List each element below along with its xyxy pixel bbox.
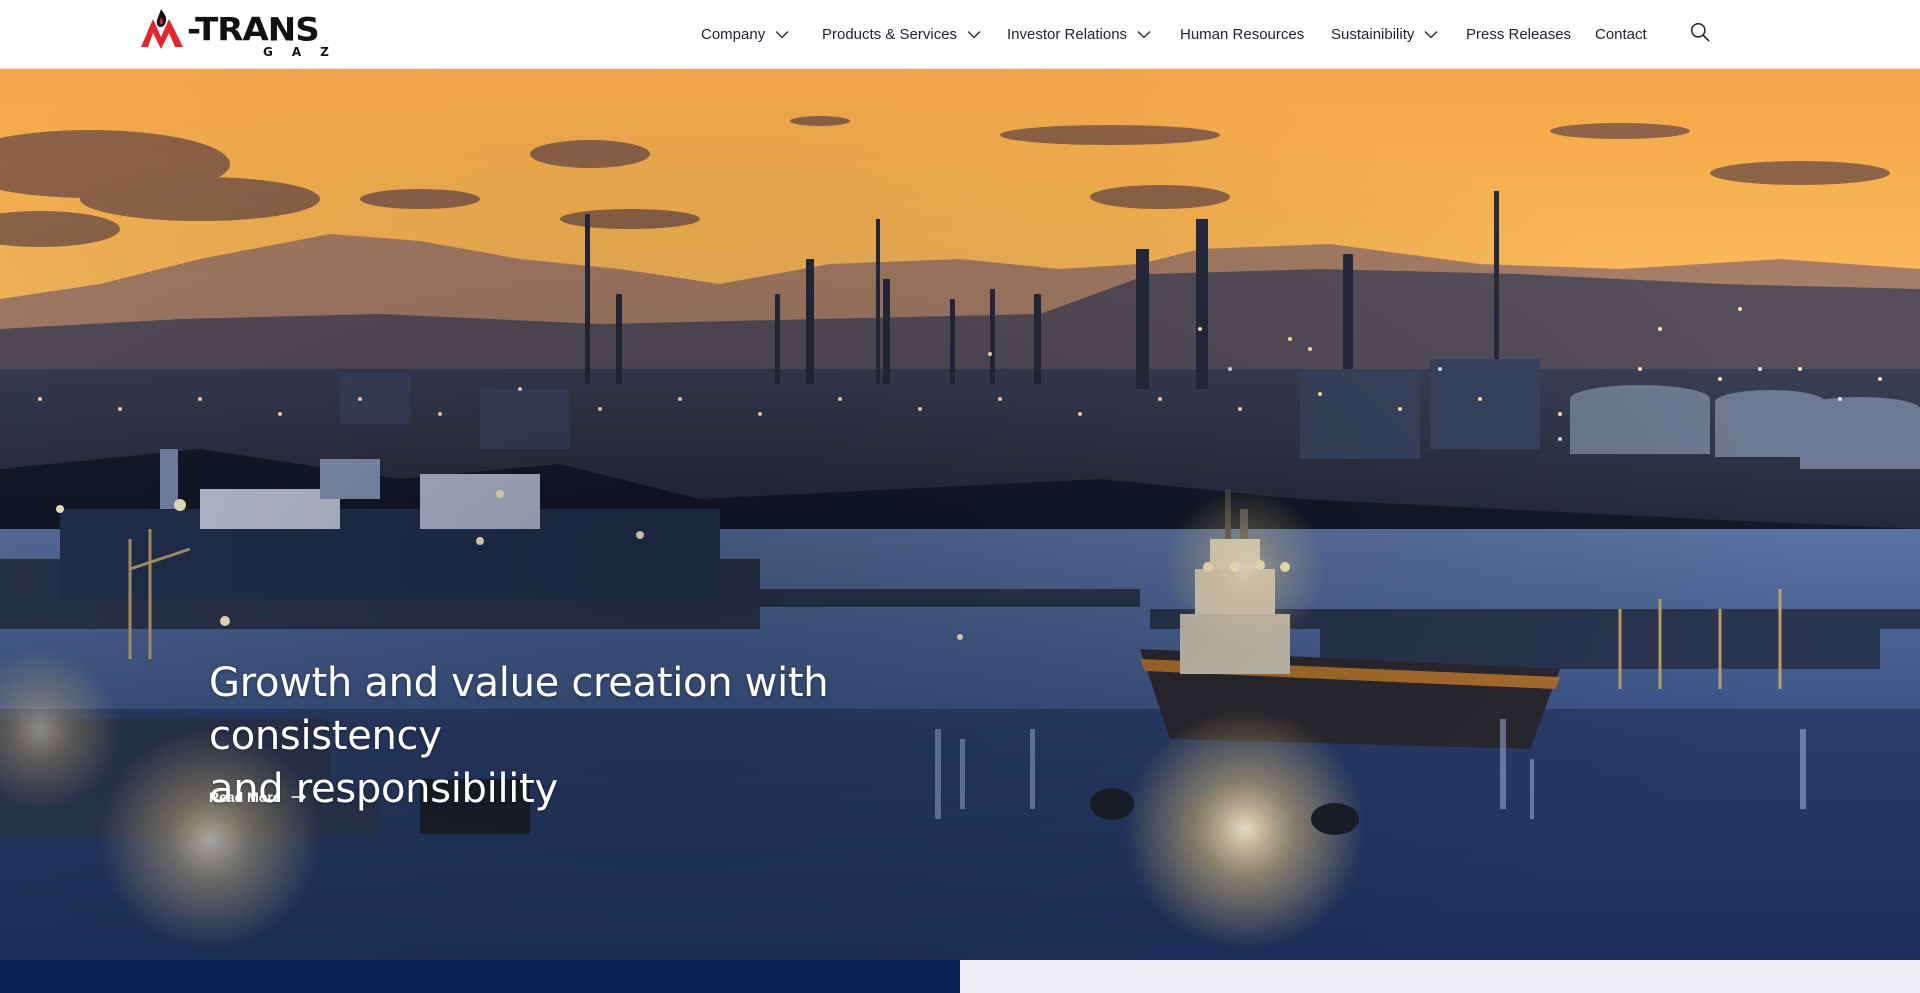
nav-item-investor-relations[interactable]: Investor Relations <box>1007 0 1151 69</box>
site-header: -TRANS GAZ Company Products & Services I… <box>0 0 1920 69</box>
hero-background-image <box>0 69 1920 960</box>
nav-item-contact[interactable]: Contact <box>1595 0 1647 69</box>
read-more-label: Read More <box>209 789 281 805</box>
nav-item-products-services[interactable]: Products & Services <box>822 0 981 69</box>
chevron-down-icon <box>1137 30 1151 39</box>
nav-item-human-resources[interactable]: Human Resources <box>1180 0 1304 69</box>
nav-item-company[interactable]: Company <box>701 0 789 69</box>
hero-banner: Growth and value creation with consisten… <box>0 69 1920 960</box>
nav-item-label: Press Releases <box>1466 26 1572 43</box>
brand-subname: GAZ <box>263 45 348 59</box>
brand-name: -TRANS <box>187 11 320 49</box>
read-more-link[interactable]: Read More <box>209 789 307 805</box>
nav-item-label: Contact <box>1595 26 1647 43</box>
nav-item-sustainibility[interactable]: Sustainibility <box>1331 0 1438 69</box>
nav-item-press-releases[interactable]: Press Releases <box>1466 0 1571 69</box>
bottom-panel-light <box>960 960 1920 993</box>
chevron-down-icon <box>967 30 981 39</box>
nav-item-label: Products & Services <box>822 26 958 43</box>
hero-title-line-1: Growth and value creation with consisten… <box>209 660 829 759</box>
search-icon <box>1690 22 1710 42</box>
nav-item-label: Human Resources <box>1180 26 1305 43</box>
chevron-down-icon <box>775 30 789 39</box>
hero-content: Growth and value creation with consisten… <box>209 657 1029 816</box>
nav-item-label: Sustainibility <box>1331 26 1415 43</box>
chevron-down-icon <box>1424 30 1438 39</box>
nav-item-label: Company <box>701 26 766 43</box>
search-button[interactable] <box>1689 21 1711 43</box>
nav-item-label: Investor Relations <box>1007 26 1128 43</box>
brand-logo[interactable]: -TRANS GAZ <box>139 7 347 59</box>
arrow-right-icon <box>290 791 307 803</box>
hero-title: Growth and value creation with consisten… <box>209 657 1029 816</box>
bottom-panel-dark <box>0 960 960 993</box>
logo-flame-icon <box>141 9 183 49</box>
